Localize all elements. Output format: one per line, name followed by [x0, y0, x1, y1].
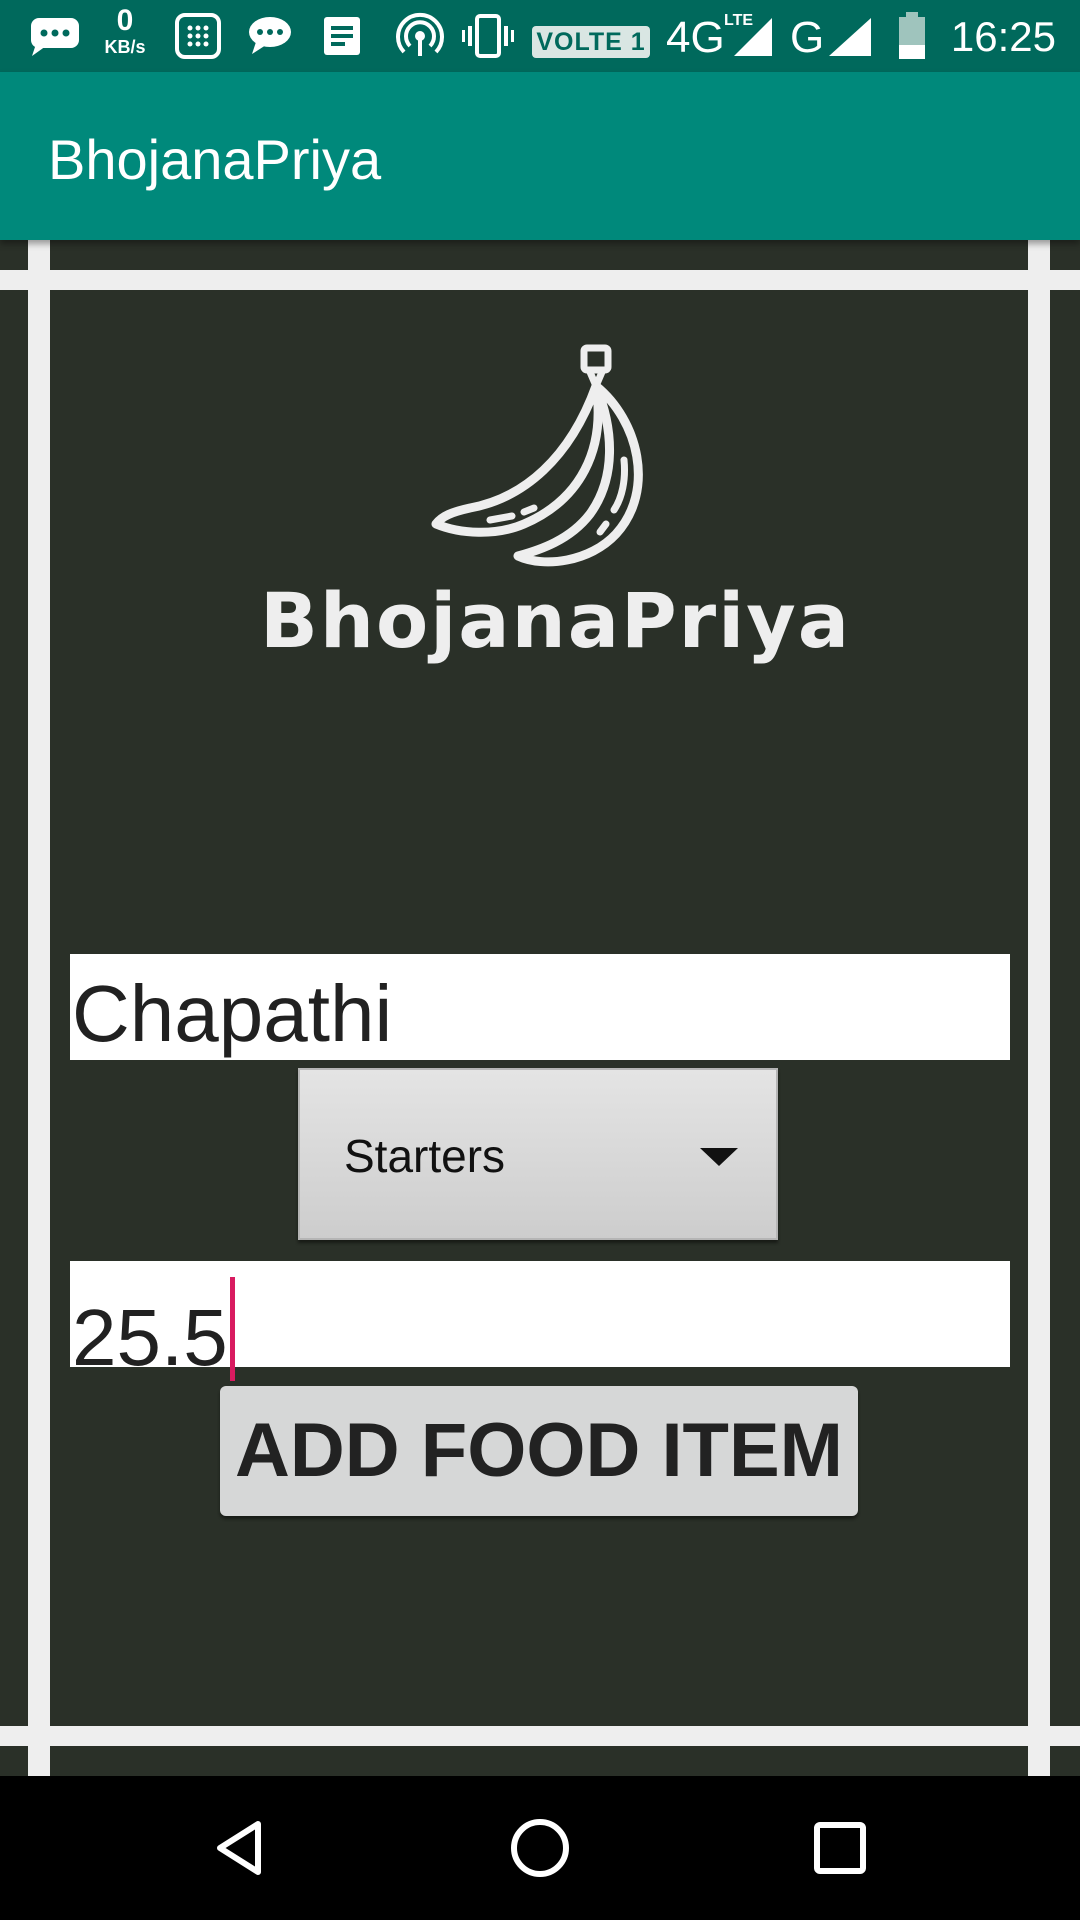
vibrate-icon	[460, 10, 516, 62]
network-speed-value: 0	[116, 4, 134, 37]
home-icon[interactable]	[500, 1808, 580, 1888]
hotspot-icon	[394, 10, 446, 62]
status-bar: 0 KB/s VOLTE 1 4G LTE G 16:25	[0, 0, 1080, 72]
category-selected-value: Starters	[344, 1130, 506, 1182]
food-name-value: Chapathi	[72, 969, 393, 1058]
price-value: 25.5	[72, 1293, 228, 1382]
frame-bottom-line	[0, 1726, 1080, 1746]
navigation-bar	[0, 1776, 1080, 1920]
volte-badge: VOLTE 1	[532, 26, 650, 58]
text-cursor	[229, 1277, 235, 1381]
clock: 16:25	[950, 13, 1056, 60]
network-speed: 0 KB/s	[100, 4, 150, 57]
category-spinner[interactable]: Starters	[298, 1068, 778, 1240]
app-title: BhojanaPriya	[48, 128, 382, 191]
frame-top-line	[0, 270, 1080, 290]
signal-g-icon	[826, 10, 874, 62]
app-bar: BhojanaPriya	[0, 72, 1080, 240]
price-value-wrap: 25.5	[72, 1277, 235, 1382]
network-4g-label: 4G	[666, 13, 725, 62]
logo: BhojanaPriya	[260, 340, 852, 700]
chat-bubble-icon	[26, 10, 84, 62]
dropdown-arrow-icon	[700, 1148, 738, 1166]
document-icon	[318, 10, 366, 62]
logo-text: BhojanaPriya	[260, 576, 852, 665]
food-name-input[interactable]: Chapathi	[70, 954, 1010, 1060]
network-speed-unit: KB/s	[104, 37, 146, 57]
signal-4g-icon	[732, 10, 774, 62]
battery-icon	[896, 10, 928, 62]
back-icon[interactable]	[200, 1808, 280, 1888]
add-food-item-button[interactable]: ADD FOOD ITEM	[220, 1386, 858, 1516]
frame-left-line	[28, 240, 50, 1776]
screen: 0 KB/s VOLTE 1 4G LTE G 16:25 BhojanaPri…	[0, 0, 1080, 1920]
network-g-label: G	[790, 13, 825, 62]
recents-icon[interactable]	[800, 1808, 880, 1888]
message-icon	[244, 10, 296, 62]
price-input[interactable]: 25.5	[70, 1261, 1010, 1382]
banana-icon	[431, 344, 643, 567]
frame-right-line	[1028, 240, 1050, 1776]
calculator-icon	[172, 10, 224, 62]
